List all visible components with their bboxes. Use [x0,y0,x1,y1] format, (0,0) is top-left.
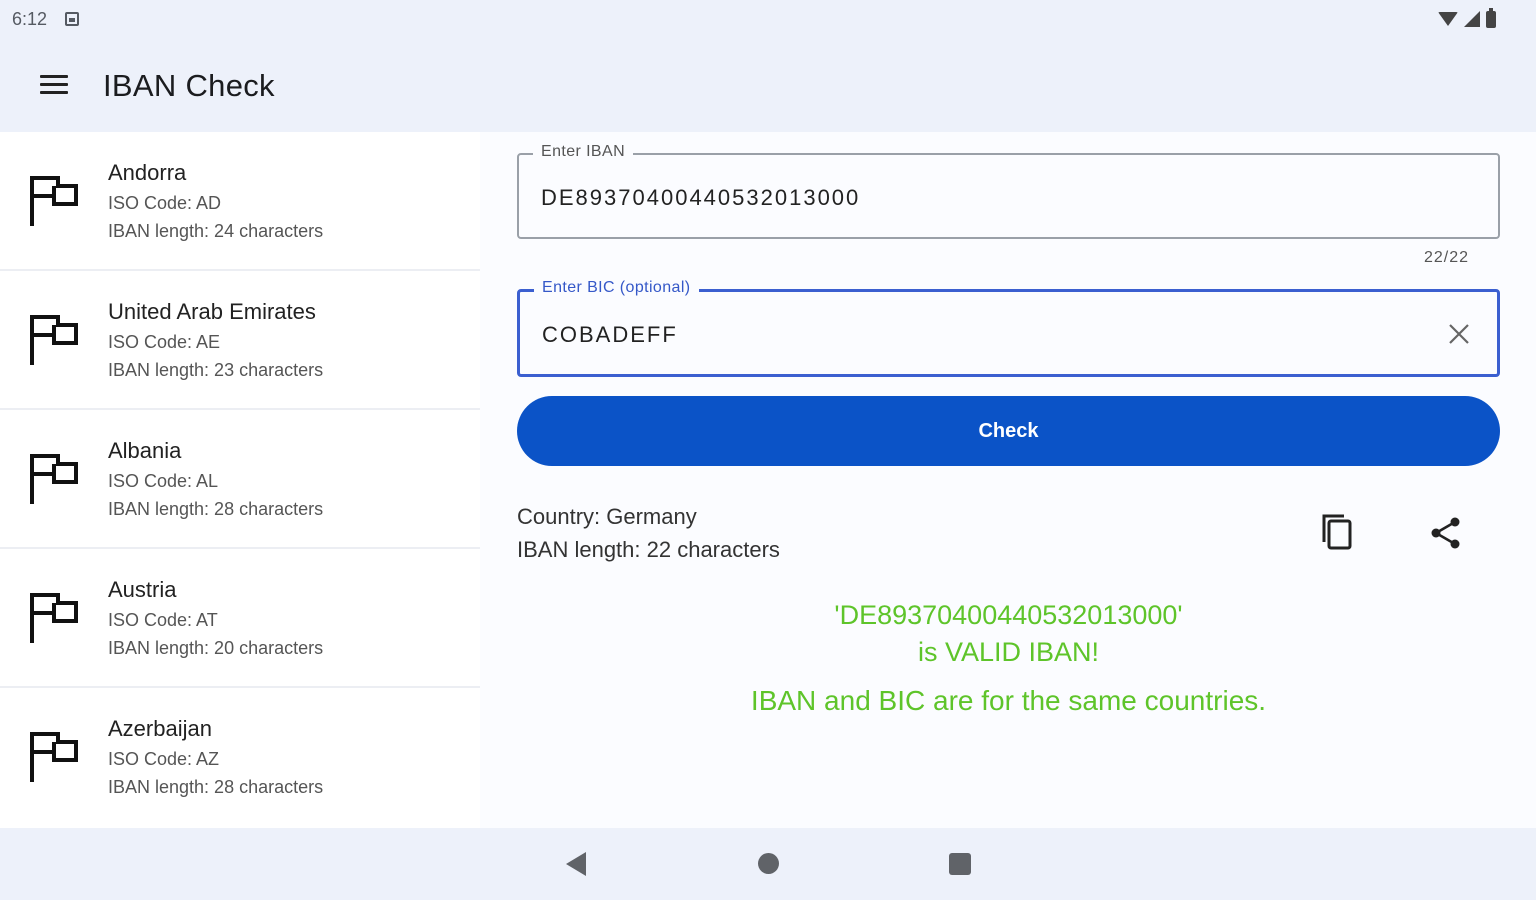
recents-icon[interactable] [949,853,971,875]
country-item-austria[interactable]: Austria ISO Code: AT IBAN length: 20 cha… [0,549,480,688]
country-item-azerbaijan[interactable]: Azerbaijan ISO Code: AZ IBAN length: 28 … [0,688,480,827]
iban-field-label: Enter IBAN [533,143,634,161]
wifi-icon [1438,12,1458,26]
bic-field-label: Enter BIC (optional) [534,279,699,297]
country-item-andorra[interactable]: Andorra ISO Code: AD IBAN length: 24 cha… [0,132,480,271]
country-item-albania[interactable]: Albania ISO Code: AL IBAN length: 28 cha… [0,410,480,549]
iban-form-pane: Enter IBAN DE89370400440532013000 22/22 … [480,132,1536,828]
notification-icon [65,12,80,26]
status-bar: 6:12 [0,0,1536,38]
valid-iban-value: 'DE89370400440532013000' [834,600,1183,630]
flag-icon [30,176,78,226]
result-iban-length: IBAN length: 22 characters [517,537,780,562]
flag-icon [30,593,78,643]
menu-icon[interactable] [40,75,68,95]
share-icon[interactable] [1430,516,1462,550]
country-name: Austria [108,577,177,602]
flag-icon [30,454,78,504]
valid-iban-status: is VALID IBAN! [917,637,1100,667]
flag-icon [30,315,78,365]
country-iso: ISO Code: AL [108,471,219,491]
bic-country-match-message: IBAN and BIC are for the same countries. [750,685,1267,716]
status-time: 6:12 [12,8,48,29]
back-icon[interactable] [566,852,586,876]
app-bar: IBAN Check [0,38,1536,132]
country-iban-length: IBAN length: 28 characters [108,777,324,797]
check-button[interactable]: Check [517,396,1500,466]
country-iban-length: IBAN length: 28 characters [108,499,324,519]
flag-icon [30,732,78,782]
country-item-uae[interactable]: United Arab Emirates ISO Code: AE IBAN l… [0,271,480,410]
country-iban-length: IBAN length: 24 characters [108,221,324,241]
country-iso: ISO Code: AE [108,332,221,352]
clear-icon[interactable] [1447,322,1471,346]
app-title: IBAN Check [103,68,275,103]
country-iban-length: IBAN length: 20 characters [108,638,324,658]
battery-icon [1486,7,1496,28]
home-icon[interactable] [758,853,779,874]
iban-input[interactable]: DE89370400440532013000 [541,185,860,211]
system-nav-bar [0,828,1536,900]
country-name: United Arab Emirates [108,299,316,324]
country-iso: ISO Code: AT [108,610,218,630]
country-name: Azerbaijan [108,716,212,741]
country-name: Andorra [108,160,187,185]
country-iso: ISO Code: AZ [108,749,220,769]
iban-field[interactable]: Enter IBAN DE89370400440532013000 [517,143,1500,239]
country-list: Andorra ISO Code: AD IBAN length: 24 cha… [0,132,480,828]
country-iso: ISO Code: AD [108,193,222,213]
country-iban-length: IBAN length: 23 characters [108,360,324,380]
result-country: Country: Germany [517,504,697,529]
signal-icon [1464,11,1480,27]
iban-char-counter: 22/22 [1424,249,1470,266]
bic-field[interactable]: Enter BIC (optional) COBADEFF [517,279,1500,377]
status-icons [1438,7,1524,28]
copy-icon[interactable] [1320,512,1356,552]
bic-input[interactable]: COBADEFF [542,322,678,348]
country-name: Albania [108,438,182,463]
